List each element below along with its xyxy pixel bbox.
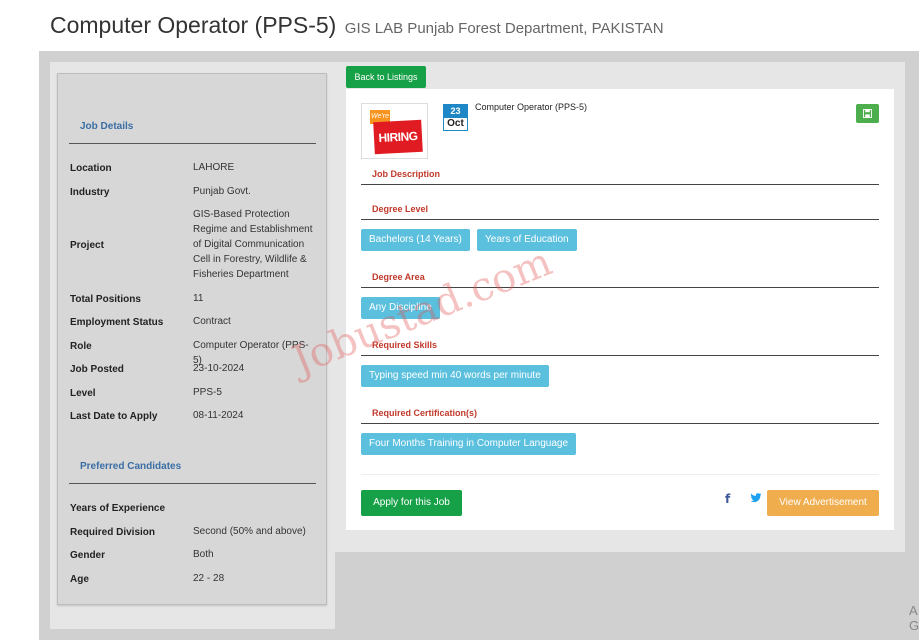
date-badge: 23 Oct <box>443 104 468 131</box>
corner-text: AG <box>909 603 919 633</box>
pref-label-age: Age <box>70 574 89 585</box>
job-details-heading: Job Details <box>80 121 134 132</box>
date-month: Oct <box>447 118 464 129</box>
preferred-divider <box>69 483 316 484</box>
apply-button[interactable]: Apply for this Job <box>361 490 462 516</box>
detail-label-job-posted: Job Posted <box>70 364 124 375</box>
view-advertisement-button[interactable]: View Advertisement <box>767 490 879 516</box>
section-job-description: Job Description <box>372 169 441 179</box>
pref-label-division: Required Division <box>70 527 156 538</box>
section-degree-level: Degree Level <box>372 204 429 214</box>
detail-value-location: LAHORE <box>193 162 235 173</box>
section-degree-area: Degree Area <box>372 272 425 282</box>
section-divider <box>361 423 879 424</box>
pref-value-age: 22 - 28 <box>193 573 225 584</box>
detail-label-project: Project <box>70 240 104 251</box>
detail-label-employment-status: Employment Status <box>70 317 164 328</box>
date-day: 23 <box>444 105 467 118</box>
floppy-disk-icon <box>863 109 872 118</box>
detail-value-industry: Punjab Govt. <box>193 186 251 197</box>
logo-main-text: HIRING <box>373 119 423 155</box>
detail-value-job-posted: 23-10-2024 <box>193 363 245 374</box>
pref-value-division: Second (50% and above) <box>193 526 306 537</box>
section-certification: Required Certification(s) <box>372 408 478 418</box>
preferred-candidates-heading: Preferred Candidates <box>80 461 182 472</box>
detail-value-level: PPS-5 <box>193 387 222 398</box>
job-details-divider <box>69 143 316 144</box>
detail-value-employment-status: Contract <box>193 316 231 327</box>
detail-label-location: Location <box>70 163 112 174</box>
section-divider <box>361 287 879 288</box>
detail-label-role: Role <box>70 341 92 352</box>
tag-degree-area: Any Discipline <box>361 297 440 319</box>
detail-label-industry: Industry <box>70 187 110 198</box>
pref-label-experience: Years of Experience <box>70 503 166 514</box>
facebook-icon[interactable]: f <box>725 492 730 506</box>
tag-degree-level: Bachelors (14 Years) <box>361 229 470 251</box>
section-divider <box>361 219 879 220</box>
card-job-title: Computer Operator (PPS-5) <box>475 102 588 112</box>
tag-certification: Four Months Training in Computer Languag… <box>361 433 577 455</box>
section-divider <box>361 355 879 356</box>
pref-label-gender: Gender <box>70 550 106 561</box>
card-footer-divider <box>361 474 879 475</box>
detail-label-total-positions: Total Positions <box>70 294 141 305</box>
section-required-skills: Required Skills <box>372 340 438 350</box>
section-divider <box>361 184 879 185</box>
page-subtitle: GIS LAB Punjab Forest Department, PAKIST… <box>344 20 664 37</box>
pref-value-gender: Both <box>193 549 214 560</box>
tag-degree-level: Years of Education <box>477 229 577 251</box>
detail-label-last-date: Last Date to Apply <box>70 411 158 422</box>
detail-value-total-positions: 11 <box>193 293 204 304</box>
detail-value-last-date: 08-11-2024 <box>193 410 244 421</box>
detail-value-project: GIS-Based Protection Regime and Establis… <box>193 209 313 280</box>
twitter-icon[interactable] <box>750 492 762 504</box>
back-to-listings-button[interactable]: Back to Listings <box>346 66 426 88</box>
page-title: Computer Operator (PPS-5) <box>50 12 337 38</box>
save-button[interactable] <box>856 104 879 123</box>
company-logo: We're HIRING <box>361 103 428 159</box>
detail-label-level: Level <box>70 388 96 399</box>
tag-skill: Typing speed min 40 words per minute <box>361 365 549 387</box>
page-header: Computer Operator (PPS-5) GIS LAB Punjab… <box>50 12 664 42</box>
